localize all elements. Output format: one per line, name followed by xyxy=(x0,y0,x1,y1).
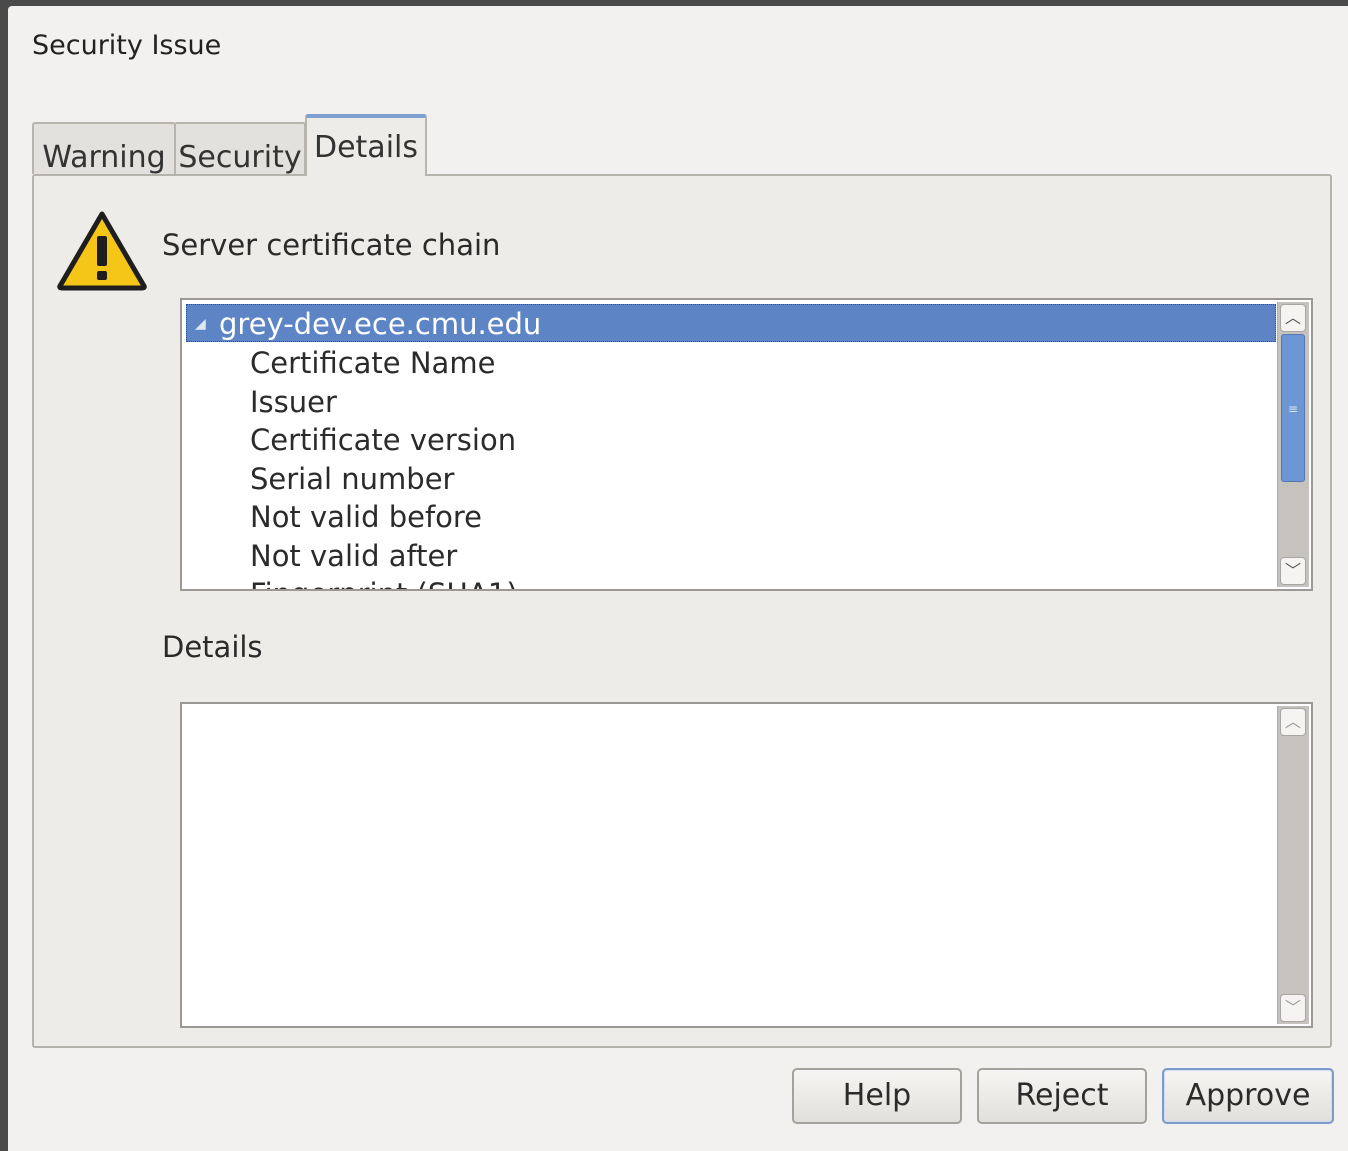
tree-scrollbar[interactable]: ︿ ≡ ﹀ xyxy=(1277,302,1309,587)
certificate-tree[interactable]: ◢ grey-dev.ece.cmu.edu Certificate Name I… xyxy=(180,298,1313,591)
details-scrollbar[interactable]: ︿ ﹀ xyxy=(1277,706,1309,1024)
reject-button[interactable]: Reject xyxy=(977,1068,1147,1124)
tree-item[interactable]: Not valid after xyxy=(250,537,457,575)
tree-root-item[interactable]: ◢ grey-dev.ece.cmu.edu xyxy=(186,304,1276,342)
tab-security[interactable]: Security xyxy=(174,122,306,175)
scroll-down-icon[interactable]: ﹀ xyxy=(1280,557,1306,585)
scroll-up-icon[interactable]: ︿ xyxy=(1280,304,1306,332)
scroll-thumb[interactable]: ≡ xyxy=(1281,334,1305,482)
tree-item[interactable]: Not valid before xyxy=(250,498,482,536)
cert-chain-label: Server certificate chain xyxy=(162,228,501,262)
tree-item[interactable]: Fingerprint (SHA1) xyxy=(250,575,518,589)
tab-warning[interactable]: Warning xyxy=(32,122,176,175)
details-label: Details xyxy=(162,630,263,664)
tree-root-label: grey-dev.ece.cmu.edu xyxy=(219,307,542,341)
scroll-down-icon[interactable]: ﹀ xyxy=(1280,994,1306,1022)
security-issue-dialog: Security Issue Warning Security Details … xyxy=(8,6,1348,1151)
tree-item[interactable]: Serial number xyxy=(250,460,454,498)
tab-details[interactable]: Details xyxy=(305,114,427,176)
tree-item[interactable]: Certificate version xyxy=(250,421,516,459)
scroll-up-icon[interactable]: ︿ xyxy=(1280,708,1306,736)
expander-triangle-icon[interactable]: ◢ xyxy=(187,305,219,343)
approve-button[interactable]: Approve xyxy=(1162,1068,1334,1124)
dialog-title: Security Issue xyxy=(32,30,222,61)
help-button[interactable]: Help xyxy=(792,1068,962,1124)
tree-item[interactable]: Issuer xyxy=(250,383,337,421)
warning-triangle-icon xyxy=(57,211,147,291)
details-tab-panel: Server certificate chain ◢ grey-dev.ece.c… xyxy=(32,174,1332,1048)
tree-item[interactable]: Certificate Name xyxy=(250,344,495,382)
details-text-area[interactable]: ︿ ﹀ xyxy=(180,702,1313,1028)
